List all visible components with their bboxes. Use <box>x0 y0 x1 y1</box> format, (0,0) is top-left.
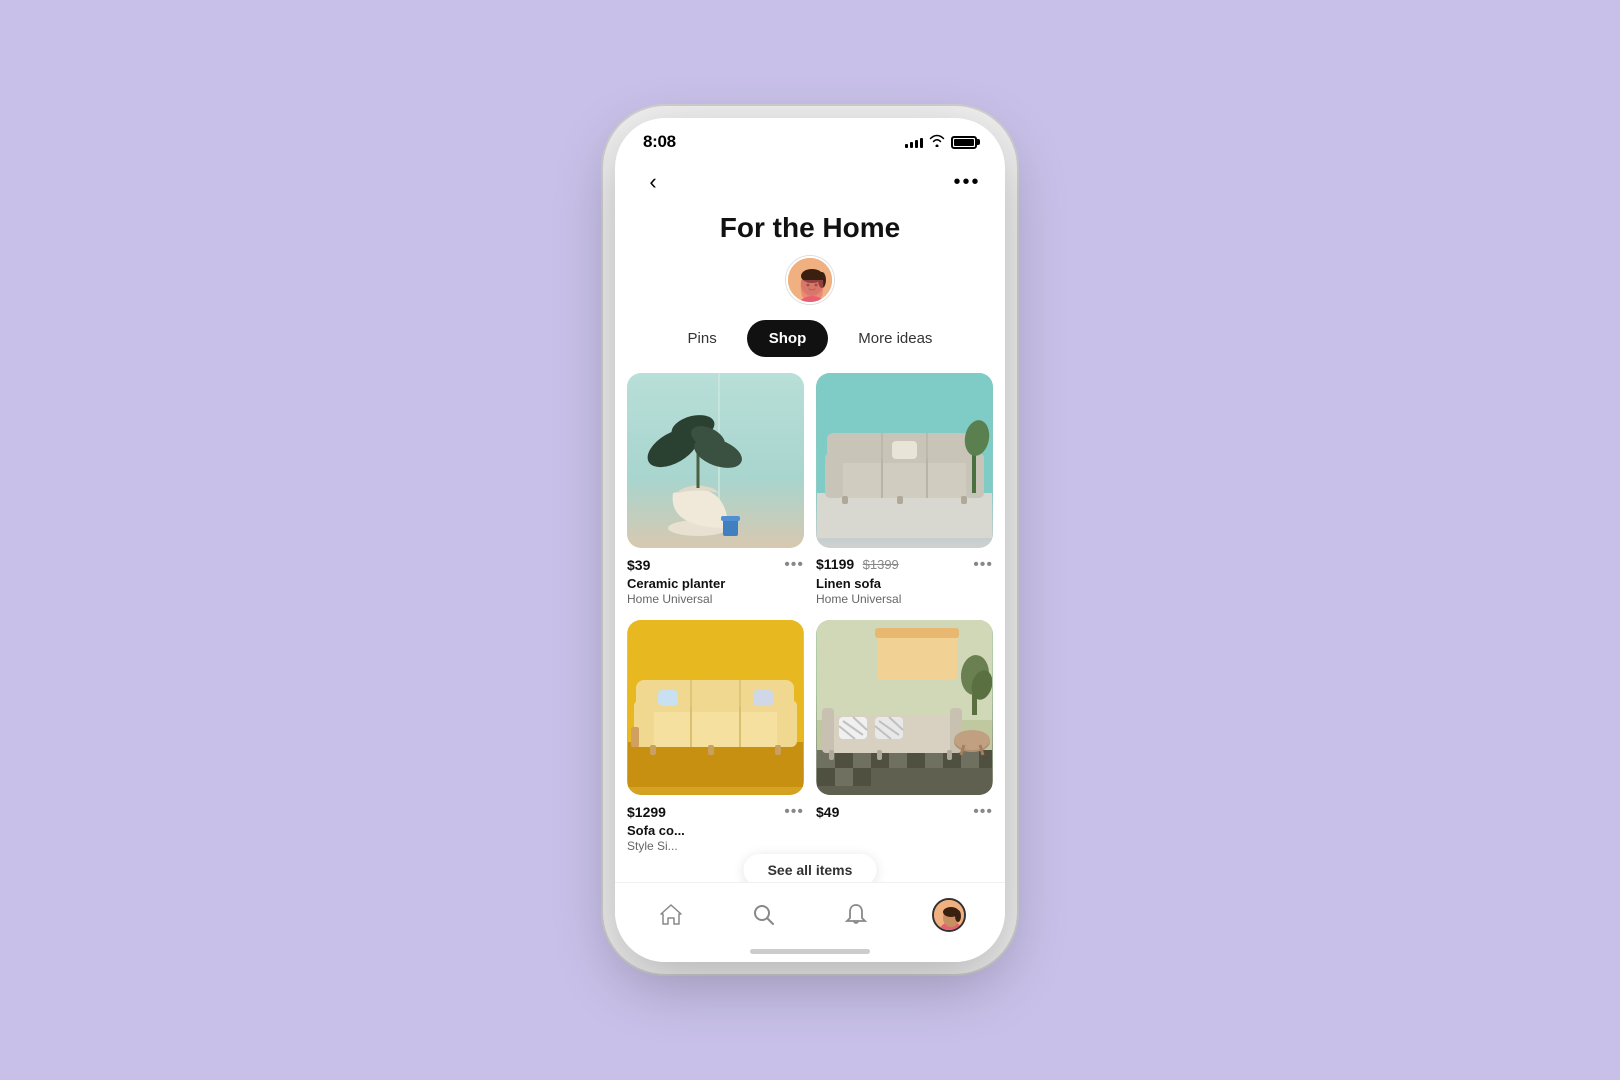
product-card-1[interactable]: $39 ••• Ceramic planter Home Universal <box>627 373 804 608</box>
product-price-row-3: $1299 ••• <box>627 803 804 821</box>
product-price-row-4: $49 ••• <box>816 803 993 821</box>
product-more-3[interactable]: ••• <box>784 803 804 821</box>
product-name-3: Sofa co... <box>627 823 804 838</box>
nav-notifications[interactable] <box>834 893 878 937</box>
product-price-2: $1199 <box>816 556 854 572</box>
search-icon <box>751 902 777 928</box>
board-title: For the Home <box>720 212 900 244</box>
battery-icon <box>951 136 977 149</box>
product-info-1: $39 ••• Ceramic planter Home Universal <box>627 554 804 608</box>
product-card-2[interactable]: $1199 $1399 ••• Linen sofa Home Universa… <box>816 373 993 608</box>
product-brand-1: Home Universal <box>627 592 804 606</box>
nav-profile[interactable] <box>927 893 971 937</box>
product-more-4[interactable]: ••• <box>973 803 993 821</box>
signal-bar-2 <box>910 142 913 148</box>
product-brand-3: Style Si... <box>627 839 804 853</box>
product-name-2: Linen sofa <box>816 576 993 591</box>
wifi-icon <box>929 134 945 150</box>
bell-icon <box>843 902 869 928</box>
status-icons <box>905 134 977 150</box>
home-indicator <box>750 949 870 954</box>
battery-fill <box>954 139 974 146</box>
status-bar: 8:08 <box>615 118 1005 160</box>
product-price-1: $39 <box>627 557 650 573</box>
product-info-4: $49 ••• <box>816 801 993 825</box>
board-header: For the Home <box>615 208 1005 320</box>
home-icon <box>658 902 684 928</box>
back-button[interactable]: ‹ <box>635 164 671 200</box>
signal-bar-1 <box>905 144 908 148</box>
product-more-1[interactable]: ••• <box>784 556 804 574</box>
price-group-2: $1199 $1399 <box>816 556 899 574</box>
product-price-row-1: $39 ••• <box>627 556 804 574</box>
product-card-4[interactable]: $49 ••• <box>816 620 993 855</box>
status-time: 8:08 <box>643 132 676 152</box>
product-price-3: $1299 <box>627 804 666 820</box>
nav-search[interactable] <box>742 893 786 937</box>
product-info-2: $1199 $1399 ••• Linen sofa Home Universa… <box>816 554 993 608</box>
product-image-4 <box>816 620 993 795</box>
product-grid: $39 ••• Ceramic planter Home Universal <box>627 373 993 935</box>
product-image-1 <box>627 373 804 548</box>
tabs-container: Pins Shop More ideas <box>615 320 1005 373</box>
tab-more-ideas[interactable]: More ideas <box>836 320 954 357</box>
signal-bar-4 <box>920 138 923 148</box>
product-price-original-2: $1399 <box>863 557 899 572</box>
product-name-1: Ceramic planter <box>627 576 804 591</box>
nav-home[interactable] <box>649 893 693 937</box>
product-more-2[interactable]: ••• <box>973 556 993 574</box>
product-brand-2: Home Universal <box>816 592 993 606</box>
nav-bar: ‹ ••• <box>615 160 1005 208</box>
product-info-3: $1299 ••• Sofa co... Style Si... <box>627 801 804 855</box>
tab-pins[interactable]: Pins <box>666 320 739 357</box>
product-image-2 <box>816 373 993 548</box>
signal-bars-icon <box>905 136 923 148</box>
more-button[interactable]: ••• <box>949 164 985 200</box>
product-card-3[interactable]: $1299 ••• Sofa co... Style Si... <box>627 620 804 855</box>
profile-avatar <box>932 898 966 932</box>
signal-bar-3 <box>915 140 918 148</box>
product-image-3 <box>627 620 804 795</box>
tab-shop[interactable]: Shop <box>747 320 829 357</box>
phone-frame: 8:08 ‹ ••• For <box>615 118 1005 962</box>
avatar[interactable] <box>786 256 834 304</box>
product-price-4: $49 <box>816 804 839 820</box>
product-price-row-2: $1199 $1399 ••• <box>816 556 993 574</box>
